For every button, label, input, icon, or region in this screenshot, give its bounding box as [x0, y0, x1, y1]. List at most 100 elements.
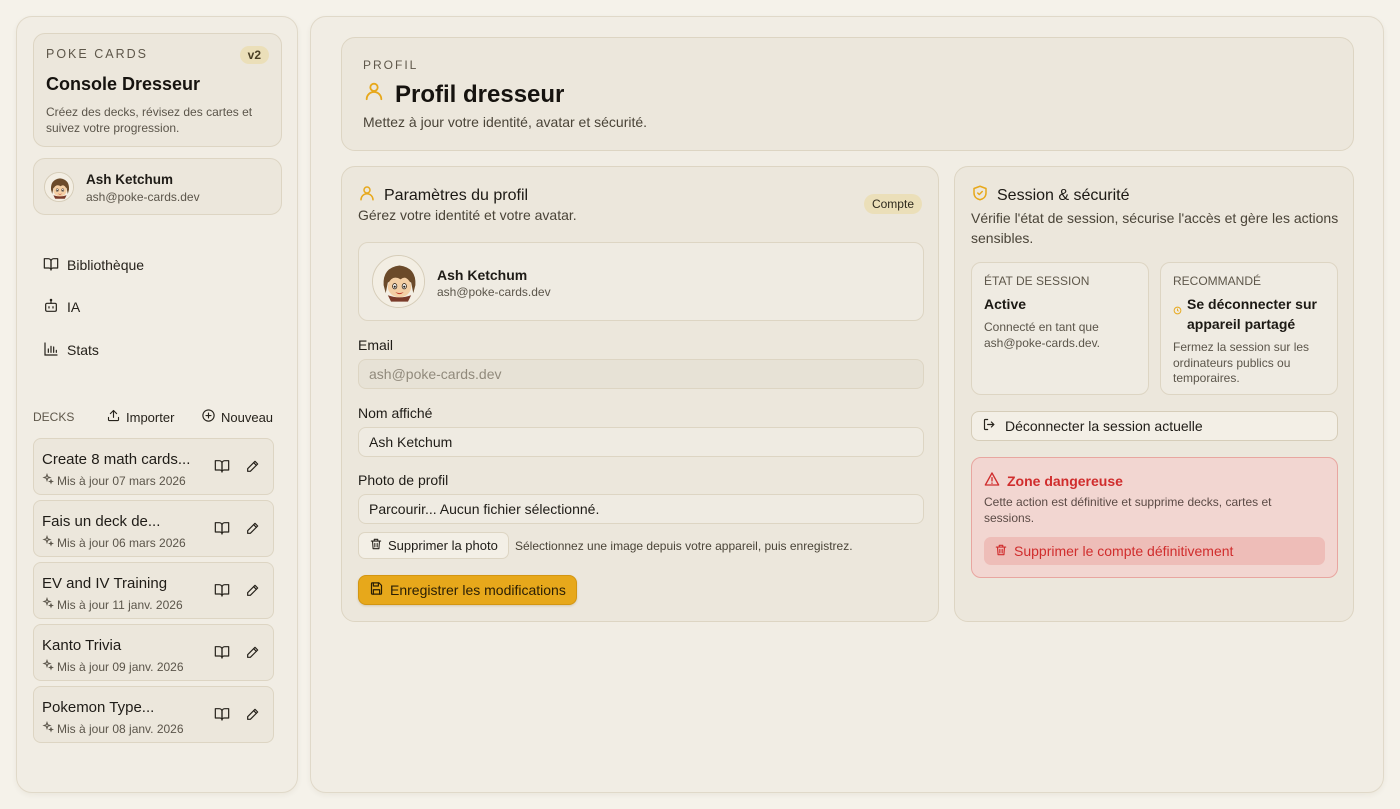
page-subtitle: Mettez à jour votre identité, avatar et … [363, 114, 648, 130]
deck-card[interactable]: EV and IV Training Mis à jour 11 janv. 20… [33, 562, 274, 619]
deck-updated: Mis à jour 07 mars 2026 [42, 472, 186, 488]
deck-updated: Mis à jour 08 janv. 2026 [42, 720, 184, 736]
panel-subtitle: Vérifie l'état de session, sécurise l'ac… [971, 210, 1339, 246]
danger-zone: Zone dangereuse Cette action est définit… [971, 457, 1338, 578]
recommended-box: RECOMMANDÉ Se déconnecter sur appareil p… [1160, 262, 1338, 395]
book-open-icon [214, 646, 230, 664]
recommended-value-text: Se déconnecter sur appareil partagé [1187, 296, 1317, 332]
deck-card[interactable]: Fais un deck de... Mis à jour 06 mars 202… [33, 500, 274, 557]
deck-updated-text: Mis à jour 06 mars 2026 [57, 535, 186, 550]
delete-account-button[interactable]: Supprimer le compte définitivement [984, 537, 1325, 565]
email-label: Email [358, 337, 394, 353]
user-icon [358, 184, 376, 207]
nav-item-label: IA [67, 299, 81, 315]
study-deck-button[interactable] [214, 520, 232, 538]
danger-title-text: Zone dangereuse [1007, 472, 1123, 489]
danger-desc: Cette action est définitive et supprime … [984, 495, 1272, 525]
study-deck-button[interactable] [214, 582, 232, 600]
main-content: PROFIL Profil dresseur Mettez à jour vot… [310, 16, 1384, 793]
deck-title: Pokemon Type... [42, 699, 155, 716]
display-name-field[interactable]: Ash Ketchum [358, 427, 924, 457]
page-title: Profil dresseur [363, 80, 564, 109]
pencil-icon [245, 522, 261, 540]
nav-item-stats[interactable]: Stats [43, 338, 99, 362]
sparkles-icon [42, 720, 54, 736]
page-eyebrow: PROFIL [363, 58, 419, 72]
bar-chart-icon [43, 341, 59, 360]
session-state-desc: Connecté en tant que ash@poke-cards.dev. [984, 320, 1101, 350]
panel-title: Session & sécurité [971, 184, 1130, 207]
book-open-icon [214, 522, 230, 540]
sparkles-icon [42, 534, 54, 550]
user-card[interactable]: Ash Ketchum ash@poke-cards.dev [33, 158, 282, 215]
session-state-box: ÉTAT DE SESSION Active Connecté en tant … [971, 262, 1149, 395]
panel-subtitle: Gérez votre identité et votre avatar. [358, 207, 577, 223]
photo-help-text: Sélectionnez une image depuis votre appa… [515, 539, 853, 553]
page-header: PROFIL Profil dresseur Mettez à jour vot… [341, 37, 1354, 151]
sparkles-icon [42, 658, 54, 674]
logout-label: Déconnecter la session actuelle [1005, 418, 1203, 434]
logout-button[interactable]: Déconnecter la session actuelle [971, 411, 1338, 441]
import-button[interactable]: Importer [106, 408, 174, 426]
upload-icon [106, 408, 121, 426]
nav-item-bibliotheque[interactable]: Bibliothèque [43, 253, 144, 277]
new-deck-button[interactable]: Nouveau [201, 408, 273, 426]
edit-deck-button[interactable] [245, 644, 263, 662]
sidebar: POKE CARDS v2 Console Dresseur Créez des… [16, 16, 298, 793]
nav-item-ia[interactable]: IA [43, 295, 80, 319]
panel-title-text: Paramètres du profil [384, 186, 529, 204]
photo-file-input[interactable]: Parcourir... Aucun fichier sélectionné. [358, 494, 924, 524]
import-label: Importer [126, 409, 175, 425]
user-name: Ash Ketchum [86, 172, 174, 187]
brand-card: POKE CARDS v2 Console Dresseur Créez des… [33, 33, 282, 147]
book-open-icon [214, 460, 230, 478]
book-open-icon [214, 708, 230, 726]
study-deck-button[interactable] [214, 644, 232, 662]
sparkles-icon [42, 596, 54, 612]
save-button[interactable]: Enregistrer les modifications [358, 575, 577, 605]
save-icon [369, 581, 384, 599]
trash-icon [994, 543, 1008, 560]
deck-updated-text: Mis à jour 08 janv. 2026 [57, 721, 184, 736]
edit-deck-button[interactable] [245, 706, 263, 724]
shield-icon [971, 184, 989, 207]
edit-deck-button[interactable] [245, 458, 263, 476]
book-open-icon [43, 256, 59, 275]
bot-icon [43, 298, 59, 317]
brand-description: Créez des decks, révisez des cartes et s… [46, 105, 253, 135]
pencil-icon [245, 584, 261, 602]
profile-name: Ash Ketchum [437, 267, 528, 283]
display-name-label: Nom affiché [358, 405, 433, 421]
edit-deck-button[interactable] [245, 582, 263, 600]
panel-title-text: Session & sécurité [997, 186, 1130, 204]
trash-icon [369, 537, 383, 554]
brand-title: Console Dresseur [46, 74, 201, 94]
warning-icon [984, 471, 1000, 490]
remove-photo-button[interactable]: Supprimer la photo [358, 532, 509, 559]
remove-photo-label: Supprimer la photo [388, 538, 498, 553]
profile-email: ash@poke-cards.dev [437, 285, 551, 299]
deck-card[interactable]: Create 8 math cards... Mis à jour 07 mars… [33, 438, 274, 495]
plus-circle-icon [201, 408, 216, 426]
deck-title: Fais un deck de... [42, 513, 161, 530]
page-title-text: Profil dresseur [395, 80, 565, 108]
logout-icon [982, 417, 997, 435]
study-deck-button[interactable] [214, 706, 232, 724]
panel-title: Paramètres du profil [358, 184, 528, 207]
deck-updated: Mis à jour 11 janv. 2026 [42, 596, 183, 612]
edit-deck-button[interactable] [245, 520, 263, 538]
user-email: ash@poke-cards.dev [86, 190, 200, 204]
deck-updated-text: Mis à jour 09 janv. 2026 [57, 659, 184, 674]
clock-icon [1173, 300, 1182, 320]
user-icon [363, 80, 385, 109]
session-state-value: Active [984, 296, 1027, 312]
deck-card[interactable]: Pokemon Type... Mis à jour 08 janv. 2026 [33, 686, 274, 743]
deck-card[interactable]: Kanto Trivia Mis à jour 09 janv. 2026 [33, 624, 274, 681]
book-open-icon [214, 584, 230, 602]
recommended-value: Se déconnecter sur appareil partagé [1173, 294, 1325, 334]
session-state-eyebrow: ÉTAT DE SESSION [984, 274, 1090, 288]
decks-label: DECKS [33, 410, 75, 424]
version-badge: v2 [239, 46, 269, 64]
nav-item-label: Bibliothèque [67, 257, 145, 273]
study-deck-button[interactable] [214, 458, 232, 476]
